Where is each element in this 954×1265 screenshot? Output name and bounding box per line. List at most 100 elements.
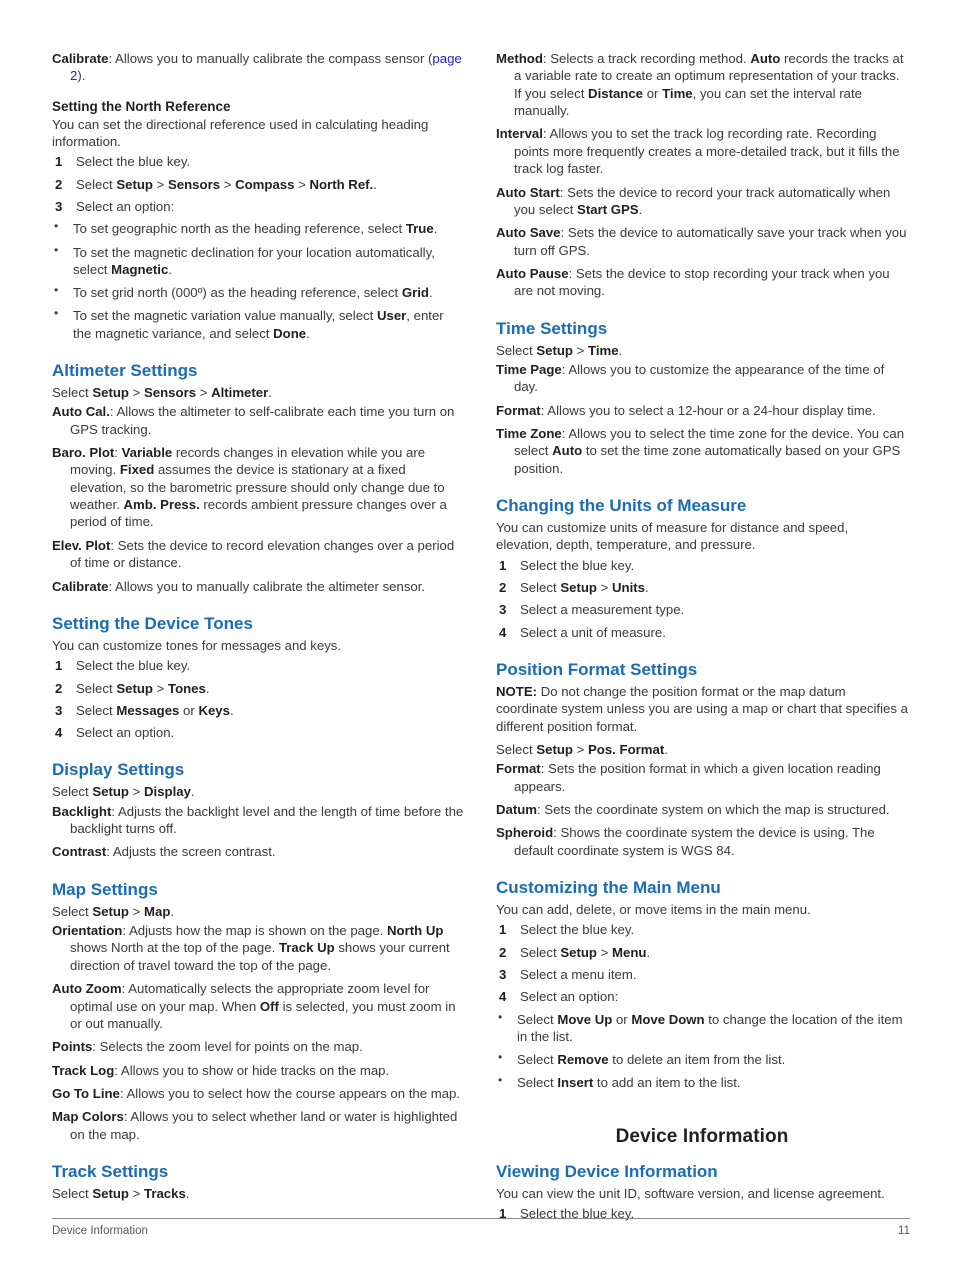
option-item: To set grid north (000º) as the heading … bbox=[52, 283, 464, 301]
map-path: Select Setup > Map. bbox=[52, 903, 464, 920]
term-format: Format bbox=[496, 402, 541, 418]
definition-time-page: Time Page: Allows you to customize the a… bbox=[496, 361, 908, 396]
option-value-user: User bbox=[376, 308, 407, 324]
step-item: Select the blue key. bbox=[499, 557, 635, 575]
left-column: Calibrate: Allows you to manually calibr… bbox=[52, 50, 464, 1204]
menu-display: Display bbox=[144, 784, 191, 800]
definition-text: : Allows the altimeter to self-calibrate… bbox=[70, 404, 455, 437]
step-item: Select Setup > Sensors > Compass > North… bbox=[52, 176, 464, 194]
value-off: Off bbox=[259, 998, 279, 1014]
definition-text: : Sets the device to automatically save … bbox=[514, 225, 907, 258]
viewing-device-information-intro: You can view the unit ID, software versi… bbox=[496, 1185, 885, 1201]
step-item: Select Setup > Tones. bbox=[52, 680, 464, 698]
definition-text: : Selects a track recording method. bbox=[542, 51, 751, 66]
step-item: Select an option: bbox=[55, 198, 175, 216]
altimeter-path: Select Setup > Sensors > Altimeter. bbox=[52, 384, 464, 401]
definition-text: or bbox=[643, 85, 663, 101]
step-item: Select a menu item. bbox=[499, 966, 637, 984]
position-format-path: Select Setup > Pos. Format. bbox=[496, 741, 908, 758]
menu-units: Units bbox=[612, 580, 645, 596]
term-elev-plot: Elev. Plot bbox=[52, 537, 111, 553]
calibrate-text-after: ). bbox=[77, 68, 86, 84]
definition-method: Method: Selects a track recording method… bbox=[496, 50, 908, 119]
definition-text: : Allows you to set the track log record… bbox=[514, 126, 900, 177]
definition-text: : Sets the device to stop recording your… bbox=[514, 265, 890, 299]
step-suffix: . bbox=[646, 944, 651, 960]
option-text: To set geographic north as the heading r… bbox=[73, 221, 406, 237]
definition-text: : Sets the device to record elevation ch… bbox=[70, 537, 455, 571]
path-prefix: Select bbox=[496, 742, 537, 758]
step-item: Select Setup > Units. bbox=[496, 579, 908, 597]
definition-go-to-line: Go To Line: Allows you to select how the… bbox=[52, 1085, 464, 1102]
value-insert: Insert bbox=[557, 1075, 594, 1091]
option-text-after: . bbox=[428, 285, 433, 301]
heading-setting-the-device-tones: Setting the Device Tones bbox=[52, 613, 253, 633]
term-calibrate: Calibrate bbox=[52, 578, 109, 594]
term-time-zone: Time Zone bbox=[496, 426, 562, 442]
step-prefix: Select bbox=[76, 680, 117, 696]
path-prefix: Select bbox=[52, 1186, 93, 1202]
step-prefix: Select bbox=[520, 580, 561, 596]
step-item: Select an option. bbox=[55, 724, 175, 742]
page-footer: Device Information 11 bbox=[52, 1218, 910, 1237]
step-item: Select a measurement type. bbox=[499, 601, 685, 619]
term-time-page: Time Page bbox=[496, 362, 562, 377]
device-tones-steps: Select the blue key. Select Setup > Tone… bbox=[52, 657, 464, 741]
menu-tones: Tones bbox=[168, 680, 206, 696]
definition-datum: Datum: Sets the coordinate system on whi… bbox=[496, 801, 908, 818]
term-spheroid: Spheroid bbox=[496, 825, 554, 841]
value-move-up: Move Up bbox=[557, 1011, 613, 1027]
definition-text: . bbox=[638, 201, 643, 217]
value-time: Time bbox=[662, 85, 693, 101]
term-auto-start: Auto Start bbox=[496, 184, 560, 200]
definition-text: : Sets the coordinate system on which th… bbox=[537, 802, 890, 818]
menu-sensors: Sensors bbox=[144, 385, 197, 401]
menu-setup: Setup bbox=[536, 742, 573, 758]
definition-backlight: Backlight: Adjusts the backlight level a… bbox=[52, 803, 464, 838]
path-suffix: . bbox=[170, 903, 175, 919]
definition-auto-pause: Auto Pause: Sets the device to stop reco… bbox=[496, 265, 908, 300]
definition-text: : Allows you to customize the appearance… bbox=[514, 362, 885, 395]
menu-messages: Messages bbox=[116, 702, 180, 718]
path-prefix: Select bbox=[52, 385, 93, 401]
menu-north-ref: North Ref. bbox=[309, 176, 374, 192]
menu-pos-format: Pos. Format bbox=[588, 742, 665, 758]
definition-auto-cal: Auto Cal.: Allows the altimeter to self-… bbox=[52, 403, 464, 438]
value-track-up: Track Up bbox=[278, 940, 335, 956]
option-item: To set geographic north as the heading r… bbox=[52, 219, 464, 237]
menu-sensors: Sensors bbox=[168, 176, 221, 192]
value-start-gps: Start GPS bbox=[577, 201, 639, 217]
option-text-after: . bbox=[168, 261, 172, 277]
definition-elev-plot: Elev. Plot: Sets the device to record el… bbox=[52, 537, 464, 572]
menu-setup: Setup bbox=[116, 680, 153, 696]
term-auto-cal: Auto Cal. bbox=[52, 404, 110, 420]
footer-page-number: 11 bbox=[898, 1225, 910, 1237]
term-orientation: Orientation bbox=[52, 923, 123, 939]
value-fixed: Fixed bbox=[119, 462, 155, 478]
heading-customizing-the-main-menu: Customizing the Main Menu bbox=[496, 878, 721, 898]
option-text-after: to add an item to the list. bbox=[593, 1075, 741, 1091]
two-column-layout: Calibrate: Allows you to manually calibr… bbox=[52, 50, 910, 1227]
definition-interval: Interval: Allows you to set the track lo… bbox=[496, 125, 908, 177]
term-map-colors: Map Colors bbox=[52, 1109, 124, 1125]
menu-compass: Compass bbox=[235, 176, 295, 192]
sep: > bbox=[128, 385, 144, 401]
north-reference-options: To set geographic north as the heading r… bbox=[52, 219, 464, 342]
option-value-true: True bbox=[405, 221, 434, 237]
sep: > bbox=[128, 784, 144, 800]
chapter-title-device-information: Device Information bbox=[615, 1125, 789, 1147]
step-suffix: . bbox=[644, 580, 649, 596]
step-prefix: Select bbox=[76, 702, 117, 718]
menu-altimeter: Altimeter bbox=[211, 385, 269, 401]
definition-contrast: Contrast: Adjusts the screen contrast. bbox=[52, 843, 464, 860]
sep: > bbox=[128, 903, 144, 919]
option-item: To set the magnetic variation value manu… bbox=[52, 306, 464, 342]
heading-altimeter-settings: Altimeter Settings bbox=[52, 361, 198, 380]
position-format-note: NOTE: Do not change the position format … bbox=[496, 683, 908, 735]
step-prefix: Select bbox=[76, 176, 117, 192]
sep: > bbox=[596, 944, 612, 960]
units-intro: You can customize units of measure for d… bbox=[496, 520, 849, 553]
menu-setup: Setup bbox=[92, 385, 129, 401]
menu-setup: Setup bbox=[116, 176, 153, 192]
heading-viewing-device-information: Viewing Device Information bbox=[496, 1161, 718, 1181]
